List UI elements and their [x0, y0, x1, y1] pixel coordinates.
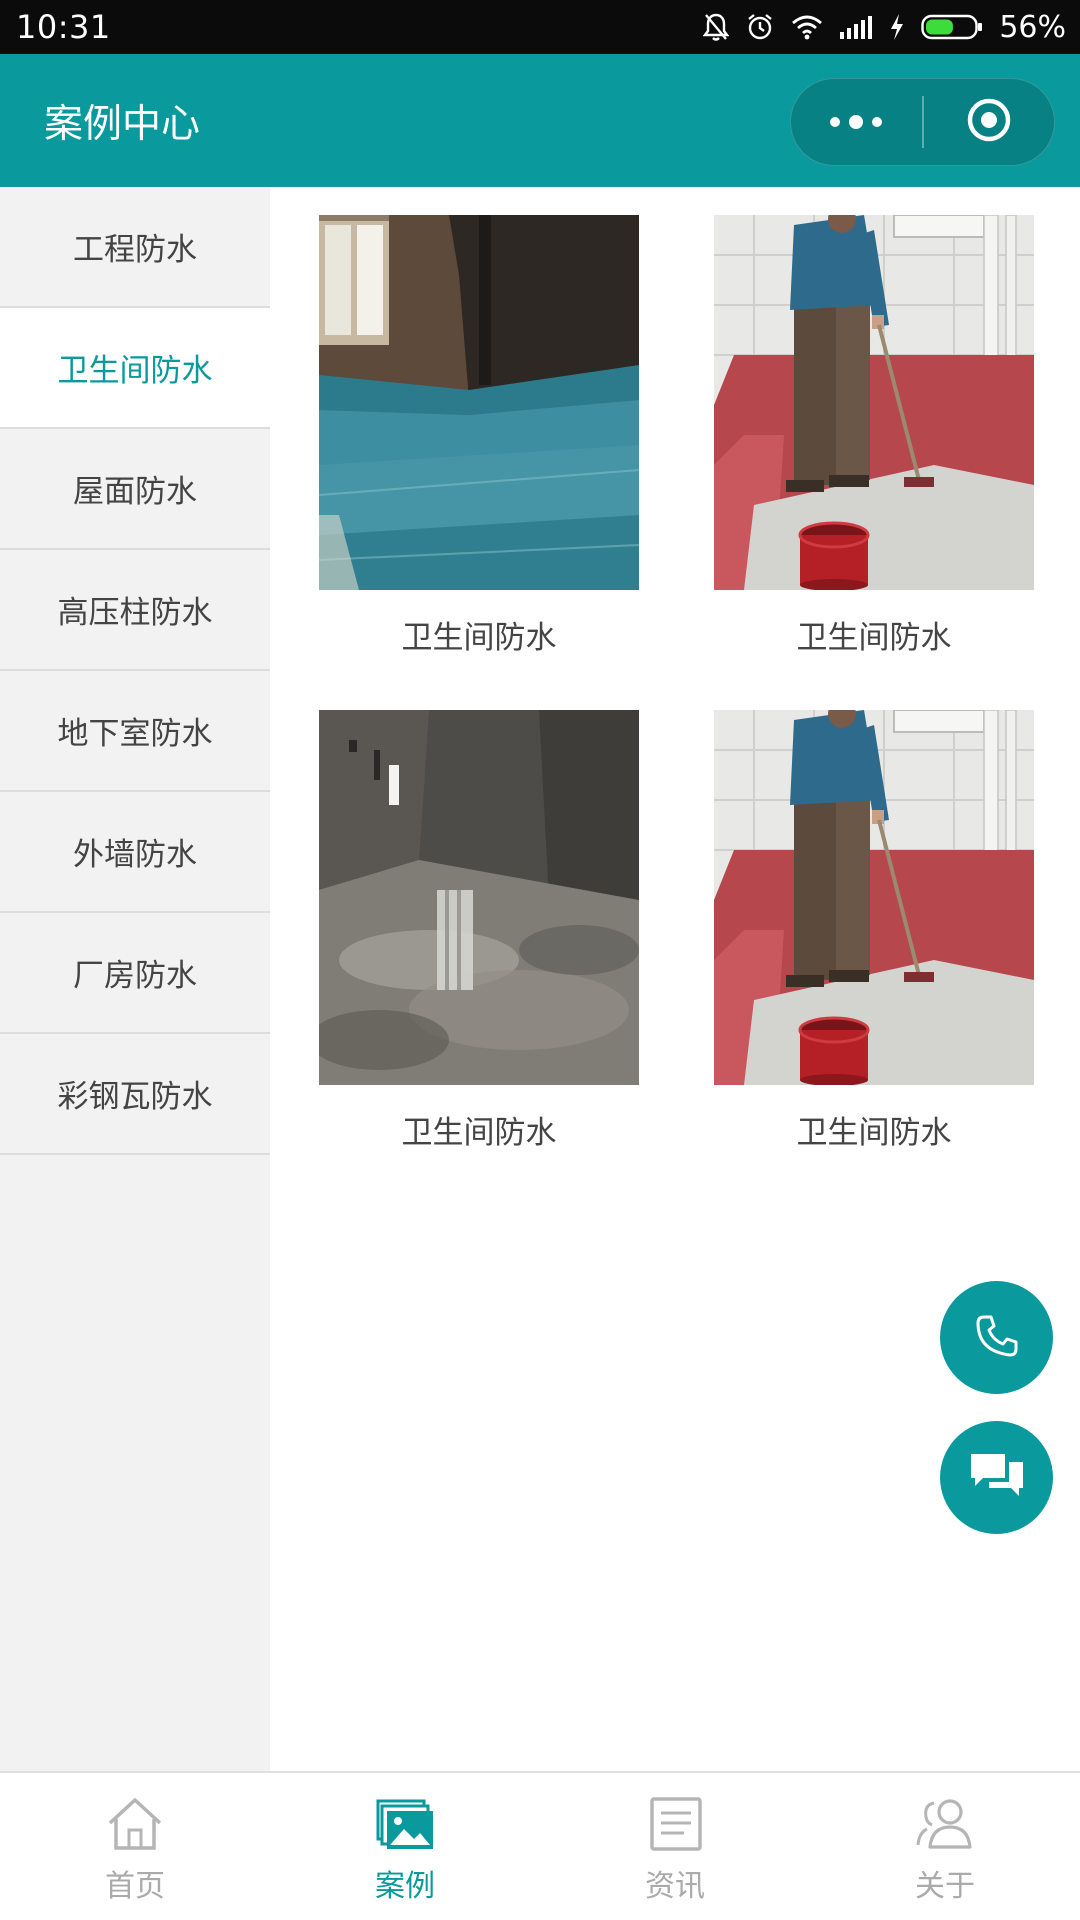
status-bar: 10:31 56% — [0, 0, 1080, 54]
news-icon — [644, 1795, 706, 1857]
tab-home[interactable]: 首页 — [0, 1773, 270, 1920]
wifi-icon — [791, 14, 823, 40]
tab-about[interactable]: 关于 — [810, 1773, 1080, 1920]
home-icon — [104, 1795, 166, 1857]
status-time: 10:31 — [16, 8, 111, 46]
close-button[interactable] — [924, 78, 1055, 166]
case-caption: 卫生间防水 — [401, 620, 557, 656]
sidebar-item-roof[interactable]: 屋面防水 — [0, 429, 270, 550]
blue-coated-room-photo — [319, 215, 639, 590]
phone-icon — [972, 1311, 1022, 1365]
sidebar-item-exterior-wall[interactable]: 外墙防水 — [0, 792, 270, 913]
charging-icon — [889, 13, 905, 41]
case-card[interactable]: 卫生间防水 — [714, 710, 1034, 1152]
battery-icon — [921, 13, 983, 41]
tab-news[interactable]: 资讯 — [540, 1773, 810, 1920]
more-dots-icon — [830, 115, 883, 129]
signal-icon — [839, 14, 873, 40]
tab-label: 资讯 — [645, 1869, 705, 1904]
target-close-icon — [966, 97, 1012, 147]
tab-label: 案例 — [375, 1869, 435, 1904]
case-card[interactable]: 卫生间防水 — [714, 215, 1034, 657]
status-icons: 56% — [703, 10, 1066, 45]
worker-painting-red-floor-photo — [714, 710, 1034, 1085]
case-caption: 卫生间防水 — [796, 620, 952, 656]
tab-label: 关于 — [915, 1869, 975, 1904]
case-card[interactable]: 卫生间防水 — [319, 710, 639, 1152]
chat-icon — [967, 1450, 1027, 1506]
sidebar-item-basement[interactable]: 地下室防水 — [0, 671, 270, 792]
case-card[interactable]: 卫生间防水 — [319, 215, 639, 657]
page-header: 案例中心 — [0, 54, 1080, 187]
about-users-icon — [912, 1795, 978, 1857]
sidebar-item-steel-roof[interactable]: 彩钢瓦防水 — [0, 1034, 270, 1155]
sidebar-item-factory[interactable]: 厂房防水 — [0, 913, 270, 1034]
sidebar-item-pylon[interactable]: 高压柱防水 — [0, 550, 270, 671]
sidebar-item-bathroom[interactable]: 卫生间防水 — [0, 308, 270, 429]
more-button[interactable] — [791, 78, 922, 166]
case-caption: 卫生间防水 — [401, 1115, 557, 1151]
sidebar-item-engineering[interactable]: 工程防水 — [0, 187, 270, 308]
tab-cases[interactable]: 案例 — [270, 1773, 540, 1920]
alarm-icon — [745, 12, 775, 42]
battery-percent: 56% — [999, 9, 1066, 45]
phone-call-button[interactable] — [940, 1281, 1053, 1394]
bell-mute-icon — [703, 12, 730, 42]
grey-wet-floor-photo — [319, 710, 639, 1085]
tab-label: 首页 — [105, 1869, 165, 1904]
case-caption: 卫生间防水 — [796, 1115, 952, 1151]
page-title: 案例中心 — [44, 101, 201, 147]
worker-painting-red-floor-photo — [714, 215, 1034, 590]
case-grid: 卫生间防水 卫生间防水 卫生间防水 卫生间防水 — [270, 187, 1080, 1771]
chat-button[interactable] — [940, 1421, 1053, 1534]
bottom-tab-bar: 首页 案例 资讯 关于 — [0, 1771, 1080, 1920]
mini-program-capsule — [790, 78, 1055, 166]
gallery-icon — [374, 1795, 436, 1857]
category-sidebar: 工程防水 卫生间防水 屋面防水 高压柱防水 地下室防水 外墙防水 厂房防水 彩钢… — [0, 187, 270, 1771]
